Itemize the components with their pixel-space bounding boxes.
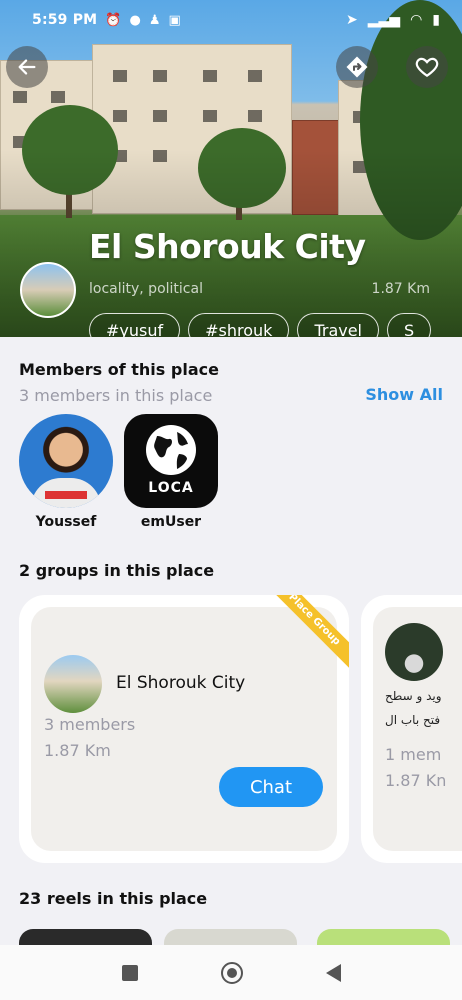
reel-thumbnail[interactable] (317, 929, 450, 945)
group-avatar (44, 655, 102, 713)
member-name: Youssef (35, 514, 97, 530)
place-title: El Shorouk City (89, 227, 366, 266)
status-bar: 5:59 PM ⏰ ● ♟ ▣ ➤ ▂▃▅ ◠ ▮ (32, 10, 440, 30)
status-time: 5:59 PM (32, 12, 98, 28)
tag-chip[interactable]: Travel (297, 313, 379, 337)
recents-icon[interactable] (121, 964, 138, 981)
place-avatar (20, 262, 76, 318)
group-card[interactable]: ويد و سطح فتح باب ال 1 mem 1.87 Kn (361, 595, 462, 863)
reel-thumbnail[interactable] (164, 929, 297, 945)
app-icon: ▣ (168, 12, 181, 28)
show-all-link[interactable]: Show All (365, 385, 443, 404)
place-type: locality, political (89, 281, 203, 297)
tag-chip[interactable]: #yusuf (89, 313, 181, 337)
group-distance: 1.87 Kn (385, 771, 447, 790)
group-card[interactable]: Place Group El Shorouk City 3 members 1.… (19, 595, 349, 863)
directions-button[interactable] (336, 46, 378, 88)
member-item[interactable]: Youssef (19, 414, 113, 530)
place-content: Members of this place 3 members in this … (0, 337, 462, 945)
groups-title: 2 groups in this place (19, 561, 215, 580)
member-name: emUser (140, 514, 202, 530)
avatar (19, 414, 113, 508)
wifi-icon: ◠ (410, 12, 423, 28)
location-arrow-icon: ➤ (346, 12, 358, 28)
tag-list: #yusuf #shrouk Travel S (89, 313, 432, 337)
alarm-icon: ⏰ (105, 12, 122, 28)
reels-title: 23 reels in this place (19, 889, 208, 908)
home-icon[interactable] (220, 961, 243, 984)
globe-icon (146, 425, 196, 475)
tag-chip[interactable]: S (387, 313, 432, 337)
group-distance: 1.87 Km (44, 741, 111, 760)
group-members: 1 mem (385, 745, 442, 764)
place-distance: 1.87 Km (371, 281, 430, 297)
signal-icon: ▂▃▅ (367, 12, 401, 28)
back-arrow-icon (18, 59, 36, 75)
group-name-line2: فتح باب ال (385, 713, 441, 727)
members-title: Members of this place (19, 360, 219, 379)
heart-icon (415, 57, 439, 77)
group-members: 3 members (44, 715, 136, 734)
favorite-button[interactable] (406, 46, 448, 88)
group-name: ويد و سطح (385, 689, 442, 703)
battery-icon: ▮ (432, 12, 440, 28)
avatar: LOCA (124, 414, 218, 508)
avatar-text: LOCA (148, 480, 194, 496)
hero-photo: 5:59 PM ⏰ ● ♟ ▣ ➤ ▂▃▅ ◠ ▮ El Shorouk Cit… (0, 0, 462, 337)
chat-button[interactable]: Chat (219, 767, 323, 807)
back-icon[interactable] (325, 963, 341, 982)
group-name: El Shorouk City (116, 673, 246, 693)
directions-icon (346, 56, 368, 78)
tag-chip[interactable]: #shrouk (188, 313, 290, 337)
group-avatar (385, 623, 443, 681)
members-subtitle: 3 members in this place (19, 386, 213, 405)
reel-thumbnail[interactable] (19, 929, 152, 945)
chat-bubble-icon: ● (129, 12, 141, 28)
system-nav-bar (0, 945, 462, 1000)
back-button[interactable] (6, 46, 48, 88)
member-item[interactable]: LOCA emUser (124, 414, 218, 530)
snapchat-icon: ♟ (148, 12, 161, 28)
